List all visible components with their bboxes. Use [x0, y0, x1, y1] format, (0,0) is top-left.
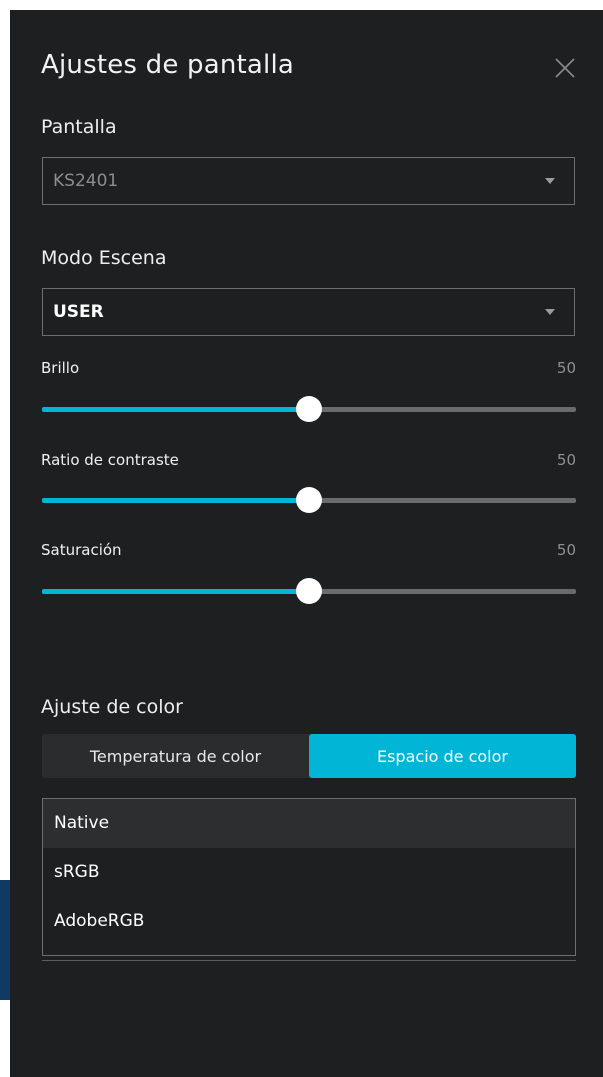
saturation-value: 50	[556, 541, 576, 559]
list-item-native[interactable]: Native	[43, 799, 575, 848]
list-item-adobergb[interactable]: AdobeRGB	[43, 897, 575, 946]
tab-color-temperature[interactable]: Temperatura de color	[42, 734, 309, 778]
brightness-slider-thumb[interactable]	[296, 396, 322, 422]
saturation-slider-fill	[42, 589, 309, 594]
divider	[42, 960, 576, 961]
color-space-list: Native sRGB AdobeRGB	[42, 798, 576, 956]
close-icon[interactable]	[554, 57, 576, 79]
contrast-label: Ratio de contraste	[41, 451, 179, 469]
scene-mode-select[interactable]: USER	[42, 288, 575, 336]
brightness-slider-fill	[42, 407, 309, 412]
chevron-down-icon	[545, 178, 555, 184]
tab-color-space[interactable]: Espacio de color	[309, 734, 576, 778]
brightness-slider[interactable]	[42, 396, 576, 422]
saturation-label: Saturación	[41, 541, 122, 559]
brightness-label: Brillo	[41, 359, 80, 377]
color-adjust-tabs: Temperatura de color Espacio de color	[42, 734, 576, 778]
background-edge-strip	[0, 880, 10, 1000]
display-settings-panel: Ajustes de pantalla Pantalla KS2401 Modo…	[10, 10, 603, 1077]
scene-mode-select-value: USER	[53, 302, 104, 322]
display-select-value: KS2401	[53, 171, 119, 191]
dialog-title: Ajustes de pantalla	[41, 50, 295, 80]
contrast-slider-fill	[42, 498, 309, 503]
contrast-value: 50	[556, 451, 576, 469]
color-adjust-label: Ajuste de color	[41, 696, 183, 718]
list-item-srgb[interactable]: sRGB	[43, 848, 575, 897]
brightness-value: 50	[556, 359, 576, 377]
saturation-slider-thumb[interactable]	[296, 578, 322, 604]
contrast-slider[interactable]	[42, 487, 576, 513]
saturation-slider[interactable]	[42, 578, 576, 604]
chevron-down-icon	[545, 309, 555, 315]
scene-mode-label: Modo Escena	[41, 247, 167, 269]
display-select[interactable]: KS2401	[42, 157, 575, 205]
contrast-slider-thumb[interactable]	[296, 487, 322, 513]
display-label: Pantalla	[41, 116, 117, 138]
